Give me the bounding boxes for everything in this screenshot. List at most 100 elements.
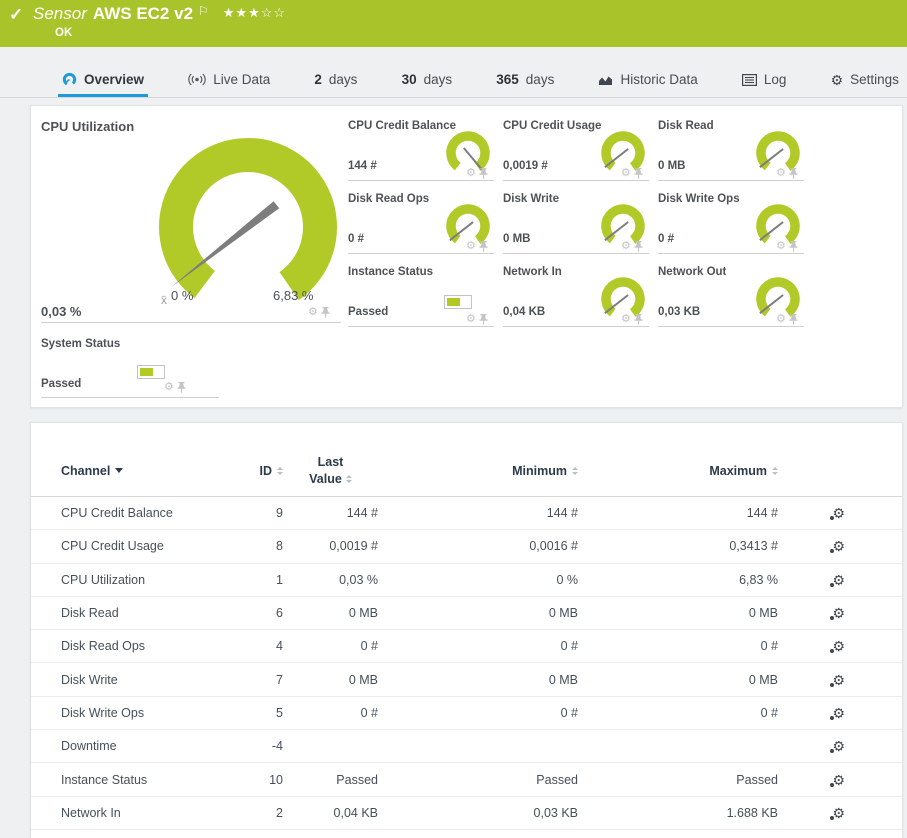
- gear-icon[interactable]: ⚙: [466, 168, 476, 179]
- channel-settings-icon[interactable]: ⚙: [830, 739, 845, 754]
- channel-settings-icon[interactable]: ⚙: [830, 539, 845, 554]
- channel-settings-icon[interactable]: ⚙: [830, 673, 845, 687]
- cell-value: 0 #: [360, 639, 378, 654]
- flag-icon: ⚐: [198, 4, 209, 18]
- cell-value: 0,0016 #: [529, 539, 578, 554]
- channel-settings-icon[interactable]: ⚙: [830, 606, 845, 621]
- cell-value: 0 #: [560, 639, 578, 654]
- cell-title: Network In: [503, 266, 562, 278]
- divider: [658, 253, 804, 254]
- pin-icon[interactable]: [634, 241, 643, 252]
- gear-icon[interactable]: ⚙: [164, 382, 174, 393]
- divider: [348, 326, 494, 327]
- pin-icon[interactable]: [479, 241, 488, 252]
- pin-icon[interactable]: [634, 168, 643, 179]
- channel-cell-cpu-credit-usage[interactable]: CPU Credit Usage 0,0019 # ⚙: [501, 116, 651, 189]
- tab-live-data[interactable]: Live Data: [184, 63, 274, 97]
- cell-value: 0 MB: [348, 672, 378, 687]
- channel-settings-icon[interactable]: ⚙: [830, 706, 845, 720]
- channel-settings-icon[interactable]: ⚙: [830, 639, 845, 654]
- row-actions: ⚙: [778, 739, 877, 754]
- channel-name: Disk Read: [61, 606, 119, 621]
- channel-settings-icon[interactable]: ⚙: [830, 773, 845, 787]
- channel-cell-disk-write[interactable]: Disk Write 0 MB ⚙: [501, 189, 651, 262]
- gear-icon[interactable]: ⚙: [466, 241, 476, 252]
- channel-cell-network-in[interactable]: Network In 0,04 KB ⚙: [501, 262, 651, 335]
- tab-2-days[interactable]: 2 days: [310, 63, 361, 97]
- header-label: Minimum: [512, 463, 567, 478]
- table-row-instance-status: Instance Status 10 Passed Passed Passed ⚙: [31, 763, 902, 797]
- tab-30-days[interactable]: 30 days: [398, 63, 457, 97]
- gear-icon[interactable]: ⚙: [621, 314, 631, 325]
- table-row-disk-write-ops: Disk Write Ops 5 0 # 0 # 0 # ⚙: [31, 697, 902, 731]
- gear-icon[interactable]: ⚙: [776, 241, 786, 252]
- cell-value: 0 #: [760, 639, 778, 654]
- gear-icon[interactable]: ⚙: [776, 168, 786, 179]
- pin-icon[interactable]: [479, 168, 488, 179]
- sensor-status-badge: OK: [55, 27, 73, 39]
- tab-log[interactable]: Log: [738, 63, 791, 97]
- tab-overview[interactable]: Overview: [58, 63, 149, 97]
- channel-cell-disk-read[interactable]: Disk Read 0 MB ⚙: [656, 116, 806, 189]
- stars-empty: ☆☆: [260, 5, 287, 20]
- gear-icon[interactable]: ⚙: [621, 168, 631, 179]
- stars-filled: ★★★: [222, 5, 261, 20]
- channel-cell-network-out[interactable]: Network Out 0,03 KB ⚙: [656, 262, 806, 335]
- column-header-channel[interactable]: Channel: [61, 464, 241, 478]
- status-fill: [447, 298, 460, 306]
- pin-icon[interactable]: [789, 241, 798, 252]
- priority-stars[interactable]: ★★★☆☆: [223, 5, 286, 20]
- gear-icon[interactable]: ⚙: [621, 241, 631, 252]
- tab-365-days[interactable]: 365 days: [492, 63, 558, 97]
- tab-bar: Overview Live Data 2 days 30 days 365 days Histo…: [0, 63, 907, 98]
- pin-icon[interactable]: [789, 168, 798, 179]
- tab-label: Log: [763, 72, 787, 87]
- column-header-maximum[interactable]: Maximum: [578, 464, 778, 478]
- cell-value: 0 #: [760, 705, 778, 720]
- tab-number: 365: [496, 72, 519, 87]
- channel-cell-instance-status[interactable]: Instance Status Passed ⚙: [346, 262, 496, 335]
- gear-icon[interactable]: ⚙: [308, 307, 318, 318]
- log-icon: [741, 73, 757, 86]
- tab-historic-data[interactable]: Historic Data: [594, 63, 701, 97]
- cell-value: 0,03 %: [339, 572, 378, 587]
- channel-name: Downtime: [61, 739, 117, 754]
- gauge-icon: [62, 72, 77, 87]
- pin-icon[interactable]: [177, 382, 186, 393]
- tab-number: 30: [401, 72, 417, 87]
- table-body: CPU Credit Balance 9 144 #144 #144 # ⚙ CPU C…: [31, 497, 902, 830]
- divider: [658, 180, 804, 181]
- gear-icon[interactable]: ⚙: [776, 314, 786, 325]
- divider: [503, 326, 649, 327]
- cell-title: CPU Credit Usage: [503, 120, 602, 132]
- channel-gauge-grid: CPU Credit Balance 144 # ⚙ CPU Credit Usage…: [346, 116, 806, 335]
- row-actions: ⚙: [778, 606, 877, 621]
- column-header-minimum[interactable]: Minimum: [378, 464, 578, 478]
- channel-settings-icon[interactable]: ⚙: [830, 573, 845, 587]
- channel-settings-icon[interactable]: ⚙: [830, 506, 845, 521]
- gear-icon[interactable]: ⚙: [466, 314, 476, 325]
- pin-icon[interactable]: [634, 314, 643, 325]
- column-header-id[interactable]: ID: [241, 464, 283, 478]
- gauge-max-label: 6,83 %: [273, 288, 314, 303]
- channel-settings-icon[interactable]: ⚙: [830, 806, 845, 820]
- cell-actions: ⚙: [466, 168, 488, 179]
- pin-icon[interactable]: [321, 307, 330, 318]
- cell-value: 0 MB: [748, 606, 778, 621]
- cell-value: 0 MB: [548, 606, 578, 621]
- row-actions: ⚙: [778, 706, 877, 720]
- cell-actions: ⚙: [776, 314, 798, 325]
- channel-cell-cpu-credit-balance[interactable]: CPU Credit Balance 144 # ⚙: [346, 116, 496, 189]
- cell-value: 2: [276, 805, 283, 820]
- divider: [658, 326, 804, 327]
- pin-icon[interactable]: [479, 314, 488, 325]
- column-header-last-value[interactable]: Last Value: [283, 454, 378, 487]
- pin-icon[interactable]: [789, 314, 798, 325]
- sort-icon: [345, 474, 352, 483]
- channel-name: Disk Read Ops: [61, 639, 146, 654]
- tab-settings[interactable]: ⚙ Settings: [827, 63, 903, 97]
- average-marker: x̄: [161, 293, 167, 307]
- system-status-actions: ⚙: [164, 382, 186, 393]
- channel-cell-disk-read-ops[interactable]: Disk Read Ops 0 # ⚙: [346, 189, 496, 262]
- channel-cell-disk-write-ops[interactable]: Disk Write Ops 0 # ⚙: [656, 189, 806, 262]
